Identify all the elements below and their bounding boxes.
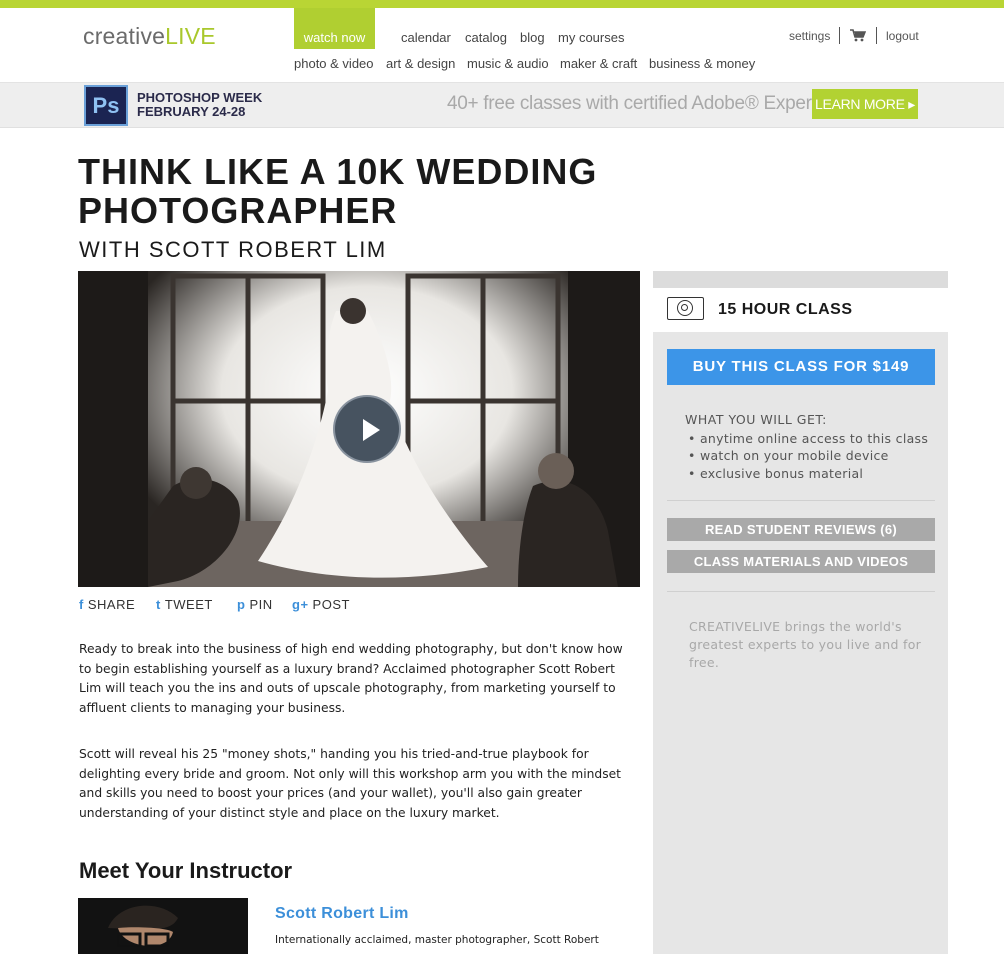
class-duration-label: 15 HOUR CLASS (718, 301, 853, 318)
nav-calendar[interactable]: calendar (401, 30, 451, 45)
share-facebook-button[interactable]: f SHARE (79, 597, 135, 612)
course-title: THINK LIKE A 10K WEDDING PHOTOGRAPHER (78, 151, 598, 231)
camera-icon (667, 297, 704, 320)
share-label: PIN (249, 597, 273, 612)
benefit-item: • exclusive bonus material (688, 466, 864, 481)
play-icon (363, 419, 380, 441)
camera-lens-inner (681, 304, 688, 311)
promo-banner[interactable]: Ps PHOTOSHOP WEEK FEBRUARY 24-28 40+ fre… (0, 83, 1004, 128)
divider (667, 591, 935, 592)
share-twitter-button[interactable]: t TWEET (156, 597, 213, 612)
share-label: TWEET (164, 597, 213, 612)
top-accent-bar (0, 0, 1004, 8)
creativelive-tagline: CREATIVELIVE brings the world's greatest… (689, 619, 922, 670)
cart-icon[interactable] (850, 29, 866, 42)
promo-event-name: PHOTOSHOP WEEK (137, 90, 263, 105)
benefit-item: • anytime online access to this class (688, 431, 929, 446)
instructor-name-link[interactable]: Scott Robert Lim (275, 905, 409, 923)
googleplus-icon: g+ (292, 597, 309, 612)
course-description-paragraph: Ready to break into the business of high… (79, 642, 623, 715)
course-description-paragraph: Scott will reveal his 25 "money shots," … (79, 747, 622, 820)
watch-now-tab[interactable]: watch now (294, 8, 375, 49)
course-subtitle: WITH SCOTT ROBERT LIM (79, 237, 387, 262)
instructor-portrait (78, 898, 248, 954)
class-sidebar: 15 HOUR CLASS BUY THIS CLASS FOR $149 WH… (653, 271, 948, 954)
promo-dates: FEBRUARY 24-28 (137, 104, 246, 119)
nav-my-courses[interactable]: my courses (558, 30, 624, 45)
instructor-photo[interactable] (78, 898, 248, 954)
nav-music-audio[interactable]: music & audio (467, 56, 549, 71)
logout-link[interactable]: logout (886, 29, 919, 43)
instructor-bio: Internationally acclaimed, master photog… (275, 934, 599, 946)
play-button[interactable] (333, 395, 401, 463)
buy-class-button[interactable]: BUY THIS CLASS FOR $149 (667, 349, 935, 385)
learn-more-button[interactable]: LEARN MORE ▸ (812, 89, 918, 119)
twitter-icon: t (156, 597, 161, 612)
nav-photo-video[interactable]: photo & video (294, 56, 374, 71)
nav-art-design[interactable]: art & design (386, 56, 455, 71)
facebook-icon: f (79, 597, 84, 612)
share-googleplus-button[interactable]: g+ POST (292, 597, 350, 612)
share-label: POST (312, 597, 350, 612)
share-pinterest-button[interactable]: p PIN (237, 597, 273, 612)
divider (876, 27, 877, 44)
nav-business-money[interactable]: business & money (649, 56, 755, 71)
divider (667, 500, 935, 501)
class-duration-box: 15 HOUR CLASS (653, 288, 948, 332)
pinterest-icon: p (237, 597, 246, 612)
nav-blog[interactable]: blog (520, 30, 545, 45)
nav-maker-craft[interactable]: maker & craft (560, 56, 637, 71)
divider (839, 27, 840, 44)
sidebar-top-strip (653, 271, 948, 288)
logo-text: creative (83, 23, 166, 49)
camera-lens (677, 300, 693, 316)
read-reviews-button[interactable]: READ STUDENT REVIEWS (6) (667, 518, 935, 541)
share-label: SHARE (87, 597, 136, 612)
instructor-heading: Meet Your Instructor (79, 858, 293, 883)
nav-catalog[interactable]: catalog (465, 30, 507, 45)
promo-tagline: 40+ free classes with certified Adobe® E… (447, 93, 826, 114)
photoshop-logo-icon: Ps (84, 85, 128, 126)
course-video-player[interactable] (78, 271, 640, 587)
settings-link[interactable]: settings (789, 29, 830, 43)
promo-title: PHOTOSHOP WEEK FEBRUARY 24-28 (137, 91, 262, 119)
site-header: creativeLIVE watch now calendar catalog … (0, 8, 1004, 83)
site-logo[interactable]: creativeLIVE (83, 23, 216, 50)
logo-live-text: LIVE (165, 23, 216, 49)
benefits-title: WHAT YOU WILL GET: (685, 412, 827, 427)
benefit-item: • watch on your mobile device (688, 448, 889, 463)
class-materials-button[interactable]: CLASS MATERIALS AND VIDEOS (667, 550, 935, 573)
